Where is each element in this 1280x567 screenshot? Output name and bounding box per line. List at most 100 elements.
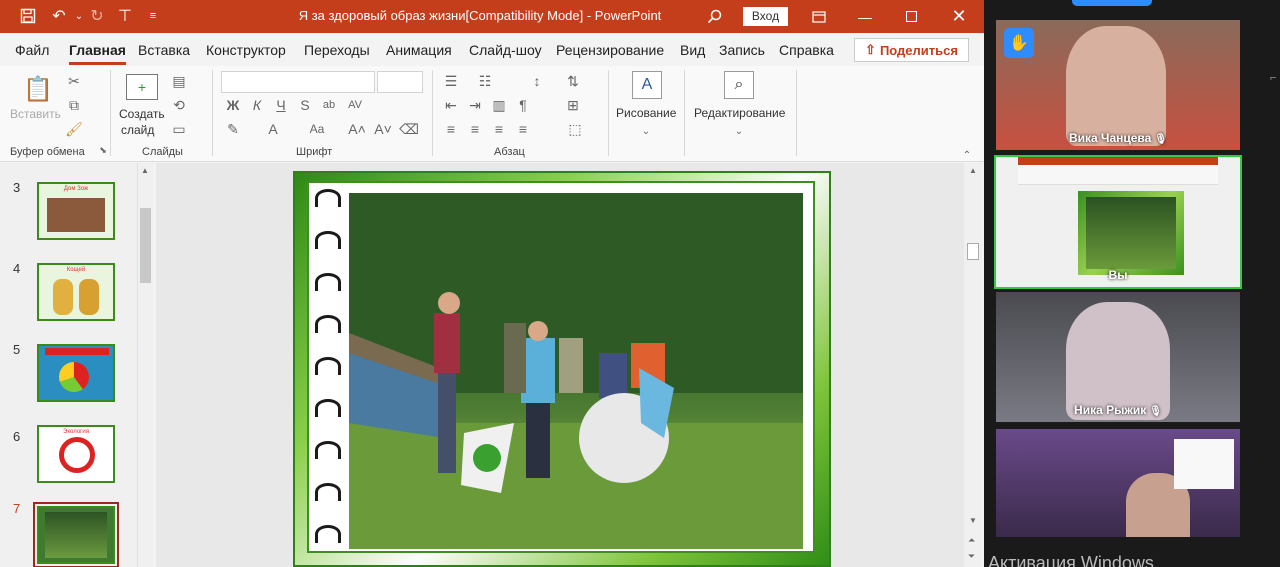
tab-help[interactable]: Справка <box>779 42 834 58</box>
numbering-icon[interactable]: ☷ <box>476 72 494 90</box>
chevron-down-icon[interactable]: ⌄ <box>730 122 748 140</box>
new-slide-icon[interactable]: + <box>126 74 158 100</box>
slide-thumbnail[interactable] <box>37 344 115 402</box>
rtl-icon[interactable]: ¶ <box>514 96 532 114</box>
italic-button[interactable]: К <box>248 96 266 114</box>
collapse-ribbon-icon[interactable]: ⌃ <box>958 146 976 164</box>
char-spacing-icon[interactable]: ab <box>320 96 338 114</box>
scrollbar-thumb[interactable] <box>140 208 151 283</box>
paste-icon[interactable]: 📋 <box>23 74 53 104</box>
slide-thumbnail-selected[interactable] <box>33 502 119 567</box>
thumbnail-image <box>79 279 99 315</box>
font-color-icon[interactable]: A <box>264 120 282 138</box>
participant-tile[interactable]: ✋ Вика Чанцева 🎙 <box>996 20 1240 150</box>
minimize-icon[interactable]: — <box>842 0 888 33</box>
font-size-combo[interactable] <box>377 71 423 93</box>
thumbnail-scrollbar[interactable]: ▲ <box>137 163 153 567</box>
participant-name-label: Вы <box>996 268 1240 282</box>
underline-button[interactable]: Ч <box>272 96 290 114</box>
ribbon-display-icon[interactable] <box>796 0 842 33</box>
close-icon[interactable]: ✕ <box>934 0 984 33</box>
find-icon[interactable]: ⌕ <box>724 71 754 99</box>
tab-file[interactable]: Файл <box>15 42 49 58</box>
scroll-up-icon[interactable]: ▲ <box>969 166 977 175</box>
signin-button[interactable]: Вход <box>743 7 788 26</box>
copy-icon[interactable]: ⧉ <box>65 96 83 114</box>
align-left-icon[interactable]: ≡ <box>442 120 460 138</box>
shrink-font-icon[interactable]: A˅ <box>374 120 392 138</box>
reset-icon[interactable]: ⟲ <box>170 96 188 114</box>
slide-thumbnail[interactable]: Кощей <box>37 263 115 321</box>
justify-icon[interactable]: ≡ <box>514 120 532 138</box>
separator <box>110 70 111 156</box>
align-text-icon[interactable]: ⊞ <box>564 96 582 114</box>
change-case-button[interactable]: Aa <box>304 120 330 138</box>
char-spacing-2-icon[interactable]: AV <box>346 96 364 114</box>
slide-thumbnail[interactable]: Экология <box>37 425 115 483</box>
indent-decrease-icon[interactable]: ⇤ <box>442 96 460 114</box>
strike-button[interactable]: S <box>296 96 314 114</box>
bullets-icon[interactable]: ☰ <box>442 72 460 90</box>
chevron-down-icon[interactable]: ⌄ <box>637 122 655 140</box>
tab-slideshow[interactable]: Слайд-шоу <box>469 42 542 58</box>
spiral-ring <box>315 441 341 459</box>
columns-icon[interactable]: ▥ <box>490 96 508 114</box>
slide-photo[interactable] <box>349 193 803 549</box>
scroll-up-icon[interactable]: ▲ <box>141 166 149 175</box>
align-right-icon[interactable]: ≡ <box>490 120 508 138</box>
thumbnail-sign <box>59 437 95 473</box>
section-icon[interactable]: ▭ <box>170 120 188 138</box>
clear-format-icon[interactable]: ⌫ <box>399 120 419 138</box>
share-label: Поделиться <box>879 42 958 58</box>
slide-thumbnail[interactable]: Дом Зож <box>37 182 115 240</box>
new-slide-label-2[interactable]: слайд <box>121 123 154 137</box>
maximize-icon[interactable] <box>888 0 934 33</box>
editor-scrollbar[interactable]: ▲ ▼ ⏶ ⏷ <box>964 163 982 567</box>
pin-icon[interactable]: ⊤ <box>114 5 136 27</box>
spiral-ring <box>315 231 341 249</box>
tab-review[interactable]: Рецензирование <box>556 42 664 58</box>
indent-increase-icon[interactable]: ⇥ <box>466 96 484 114</box>
align-center-icon[interactable]: ≡ <box>466 120 484 138</box>
text-direction-icon[interactable]: ⇅ <box>564 72 582 90</box>
new-slide-label-1[interactable]: Создать <box>119 107 165 121</box>
scroll-down-icon[interactable]: ▼ <box>969 516 977 525</box>
smartart-icon[interactable]: ⬚ <box>566 120 584 138</box>
scrollbar-thumb[interactable] <box>967 243 979 260</box>
bold-button[interactable]: Ж <box>224 96 242 114</box>
panel-top-button[interactable] <box>1072 0 1152 6</box>
undo-icon[interactable]: ↶ <box>48 5 70 27</box>
line-spacing-icon[interactable]: ↕ <box>528 72 546 90</box>
tab-record[interactable]: Запись <box>719 42 765 58</box>
previous-slide-icon[interactable]: ⏶ <box>968 535 975 546</box>
drawing-label[interactable]: Рисование <box>616 106 676 120</box>
tab-animations[interactable]: Анимация <box>386 42 452 58</box>
participant-tile[interactable] <box>996 429 1240 537</box>
shared-screen-photo <box>1086 197 1176 269</box>
current-slide[interactable] <box>293 171 831 567</box>
search-icon[interactable] <box>703 5 725 27</box>
next-slide-icon[interactable]: ⏷ <box>968 551 975 562</box>
share-button[interactable]: ⇧ Поделиться <box>854 38 969 62</box>
spiral-ring <box>315 399 341 417</box>
participant-tile[interactable]: Ника Рыжик 🎙 <box>996 292 1240 422</box>
tab-design[interactable]: Конструктор <box>206 42 286 58</box>
ribbon-tabs: Файл Главная Вставка Конструктор Переход… <box>0 33 984 66</box>
participant-tile-active[interactable]: Вы <box>994 155 1242 289</box>
layout-icon[interactable]: ▤ <box>170 72 188 90</box>
font-family-combo[interactable] <box>221 71 375 93</box>
tab-view[interactable]: Вид <box>680 42 705 58</box>
tab-home[interactable]: Главная <box>69 42 126 65</box>
grow-font-icon[interactable]: A˄ <box>348 120 366 138</box>
format-painter-icon[interactable]: 🖌 <box>65 120 83 138</box>
editing-label[interactable]: Редактирование <box>694 106 785 120</box>
drawing-icon[interactable]: A <box>632 71 662 99</box>
customize-toolbar-icon[interactable]: ≡ <box>142 5 164 27</box>
tab-insert[interactable]: Вставка <box>138 42 190 58</box>
paste-label[interactable]: Вставить <box>10 107 61 121</box>
tab-transitions[interactable]: Переходы <box>304 42 370 58</box>
highlight-icon[interactable]: ✎ <box>224 120 242 138</box>
redo-icon[interactable]: ↻ <box>86 5 108 27</box>
cut-icon[interactable]: ✂ <box>65 72 83 90</box>
save-icon[interactable] <box>17 5 39 27</box>
